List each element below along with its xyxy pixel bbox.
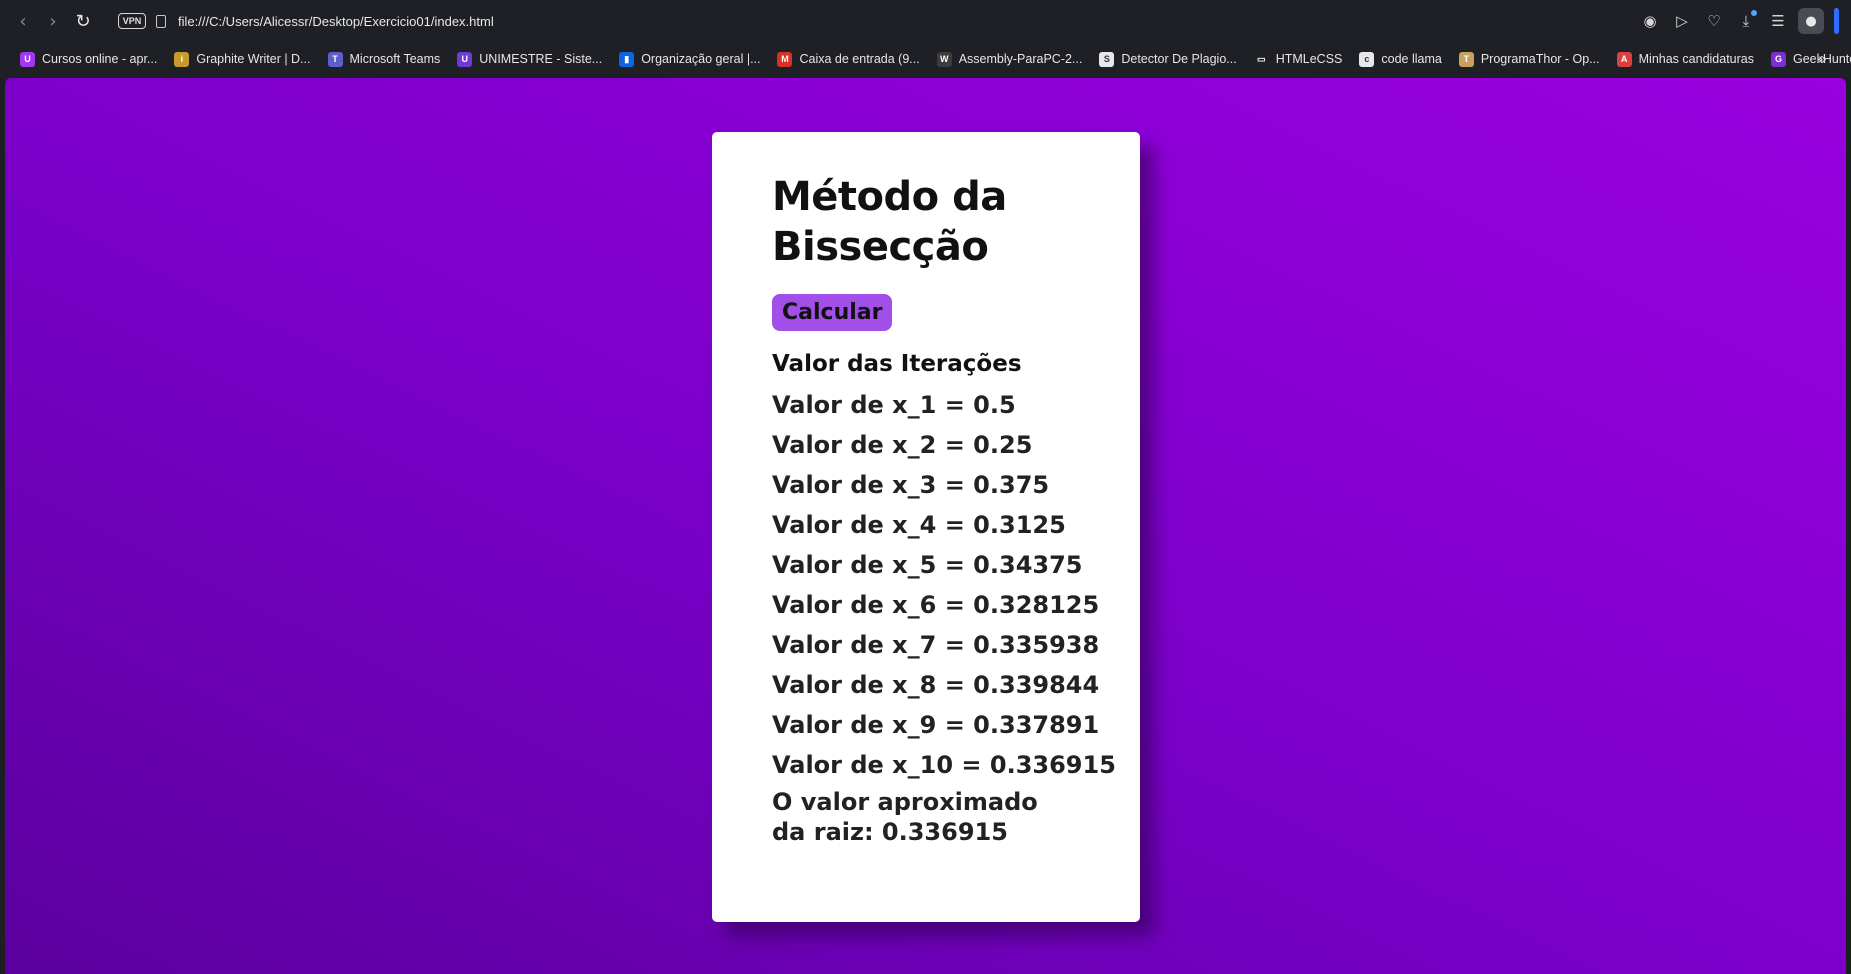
heart-icon[interactable]: ♡ [1702,9,1726,33]
page-icon: c [1359,51,1375,67]
graphite-icon: i [174,51,190,67]
sst-icon: S [1099,51,1115,67]
bookmark-item[interactable]: T Microsoft Teams [327,51,441,67]
iteration-item: Valor de x_4 = 0.3125 [772,511,1066,539]
udemy-icon: U [20,51,35,67]
bookmark-item[interactable]: W Assembly-ParaPC-2... [936,51,1083,67]
bookmarks-bar: U Cursos online - apr... i Graphite Writer … [0,42,1851,76]
iterations-heading: Valor das Iterações [772,351,1022,377]
bookmark-item[interactable]: c code llama [1359,51,1442,67]
iteration-item: Valor de x_1 = 0.5 [772,391,1016,419]
file-page-icon [156,14,166,28]
bookmark-label: ProgramaThor - Op... [1480,52,1600,66]
chevron-double-right-icon[interactable]: » [1818,50,1827,68]
page-title: Método da Bissecção [772,174,1007,270]
bookmark-item[interactable]: U Cursos online - apr... [20,51,158,67]
bookmark-item[interactable]: S Detector De Plagio... [1099,51,1237,67]
bookmark-item[interactable]: U UNIMESTRE - Siste... [457,51,603,67]
back-button[interactable]: ‹ [8,6,38,36]
wordpress-icon: W [936,51,952,67]
bookmark-label: Detector De Plagio... [1121,52,1237,66]
iteration-item: Valor de x_7 = 0.335938 [772,631,1100,659]
iteration-item: Valor de x_6 = 0.328125 [772,591,1100,619]
bookmark-label: UNIMESTRE - Siste... [479,52,603,66]
candidaturas-icon: A [1616,51,1632,67]
bookmark-label: code llama [1381,52,1442,66]
bookmark-item[interactable]: ▮ Organização geral |... [619,51,761,67]
play-icon[interactable]: ▷ [1670,9,1694,33]
page-viewport: Método da Bissecção Calcular Valor das I… [5,78,1846,974]
iteration-item: Valor de x_2 = 0.25 [772,431,1033,459]
gmail-icon: M [777,51,793,67]
download-icon[interactable]: ⤓ [1734,9,1758,33]
folder-icon: ▭ [1253,51,1269,67]
vpn-badge[interactable]: VPN [118,13,146,29]
menu-icon[interactable]: ☰ [1766,9,1790,33]
trello-icon: ▮ [619,51,635,67]
iteration-item: Valor de x_3 = 0.375 [772,471,1050,499]
bookmark-label: Caixa de entrada (9... [799,52,920,66]
reload-button[interactable]: ↻ [68,6,98,36]
arrow-right-icon: › [49,10,57,32]
profile-icon[interactable]: ● [1798,8,1824,34]
bisection-card: Método da Bissecção Calcular Valor das I… [712,132,1140,922]
arrow-left-icon: ‹ [19,10,27,32]
bookmark-item[interactable]: T ProgramaThor - Op... [1458,51,1600,67]
reload-icon: ↻ [75,10,91,32]
unimestre-icon: U [457,51,473,67]
toolbar-actions: ◉ ▷ ♡ ⤓ ☰ ● [1638,0,1839,42]
calculate-button[interactable]: Calcular [772,294,893,331]
bookmark-label: Organização geral |... [641,52,761,66]
bookmark-label: HTMLeCSS [1275,52,1343,66]
geekhunter-icon: G [1771,51,1786,67]
bookmark-label: Graphite Writer | D... [196,52,311,66]
iteration-item: Valor de x_5 = 0.34375 [772,551,1083,579]
bookmark-item[interactable]: M Caixa de entrada (9... [777,51,920,67]
iterations-list: Valor de x_1 = 0.5 Valor de x_2 = 0.25 V… [772,385,1116,785]
bookmark-item[interactable]: i Graphite Writer | D... [174,51,311,67]
forward-button[interactable]: › [38,6,68,36]
bookmark-item[interactable]: GGeekHunter [1771,51,1851,67]
camera-icon[interactable]: ◉ [1638,9,1662,33]
bookmark-label: Microsoft Teams [349,52,441,66]
bookmark-item[interactable]: A Minhas candidaturas [1616,51,1754,67]
notification-dot [1751,10,1757,16]
bookmark-item[interactable]: ▭ HTMLeCSS [1253,51,1343,67]
bookmark-label: Cursos online - apr... [42,52,158,66]
iteration-item: Valor de x_8 = 0.339844 [772,671,1100,699]
teams-icon: T [327,51,343,67]
bookmark-label: Minhas candidaturas [1638,52,1754,66]
bookmark-label: Assembly-ParaPC-2... [958,52,1083,66]
sidebar-toggle[interactable] [1834,8,1839,34]
iteration-item: Valor de x_10 = 0.336915 [772,751,1116,779]
iteration-item: Valor de x_9 = 0.337891 [772,711,1100,739]
address-bar[interactable]: file:///C:/Users/Alicessr/Desktop/Exerci… [178,14,494,29]
hammer-icon: T [1458,51,1474,67]
root-result: O valor aproximado da raiz: 0.336915 [772,788,1038,846]
browser-toolbar: ‹ › ↻ VPN file:///C:/Users/Alicessr/Desk… [0,0,1851,42]
